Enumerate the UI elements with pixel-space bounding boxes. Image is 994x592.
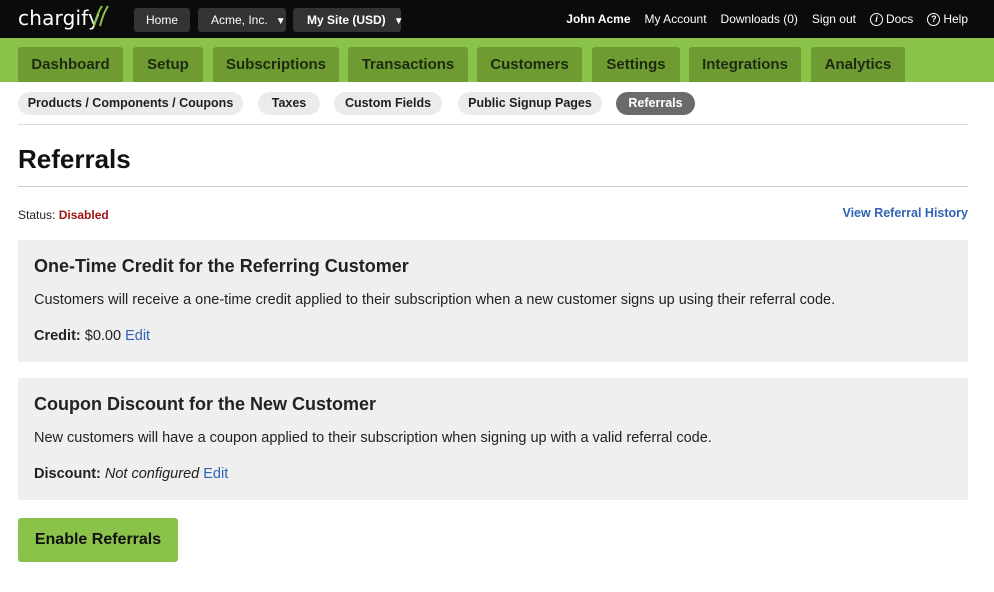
caret-down-icon: ▼ [393,16,404,27]
discount-row: Discount: Not configured Edit [34,466,228,482]
user-name[interactable]: John Acme [566,12,630,26]
subtab-taxes[interactable]: Taxes [258,92,320,115]
docs-link-label: Docs [885,12,914,26]
credit-panel: One-Time Credit for the Referring Custom… [18,240,968,362]
credit-panel-heading: One-Time Credit for the Referring Custom… [34,256,409,276]
org-dropdown-label: Acme, Inc. [211,13,268,27]
divider [18,186,968,187]
tab-integrations[interactable]: Integrations [689,47,801,82]
top-bar: chargify Home Acme, Inc. ▼ My Site (USD) ▼… [0,0,994,38]
tab-analytics[interactable]: Analytics [811,47,905,82]
tab-dashboard[interactable]: Dashboard [18,47,123,82]
edit-credit-link[interactable]: Edit [125,328,150,344]
help-link[interactable]: ? Help [927,12,968,26]
page-title: Referrals [18,144,131,174]
discount-panel-description: New customers will have a coupon applied… [34,430,712,446]
discount-value: Not configured [104,466,200,482]
main-nav: Dashboard Setup Subscriptions Transactio… [0,38,994,82]
top-links: John Acme My Account Downloads (0) Sign … [566,0,968,38]
subtab-custom-fields[interactable]: Custom Fields [334,92,442,115]
discount-panel: Coupon Discount for the New Customer New… [18,378,968,500]
subtab-public-signup-pages[interactable]: Public Signup Pages [458,92,602,115]
my-account-link[interactable]: My Account [645,12,707,26]
edit-discount-link[interactable]: Edit [203,466,228,482]
sign-out-link[interactable]: Sign out [812,12,856,26]
downloads-link[interactable]: Downloads (0) [721,12,798,26]
status-label: Status: [18,208,56,222]
credit-panel-description: Customers will receive a one-time credit… [34,292,836,308]
info-icon: i [869,12,883,26]
caret-down-icon: ▼ [275,16,286,27]
discount-label: Discount: [34,466,101,482]
help-link-label: Help [943,12,968,26]
tab-settings[interactable]: Settings [592,47,680,82]
logo-mark-icon [93,5,109,27]
status-line: Status: Disabled [18,208,109,222]
divider [18,124,968,125]
tab-customers[interactable]: Customers [477,47,582,82]
site-dropdown[interactable]: My Site (USD) ▼ [293,8,404,32]
subtab-referrals[interactable]: Referrals [616,92,695,115]
question-icon: ? [927,12,941,26]
discount-panel-heading: Coupon Discount for the New Customer [34,394,376,414]
view-referral-history-link[interactable]: View Referral History [842,206,968,220]
enable-referrals-button[interactable]: Enable Referrals [18,518,178,562]
tab-transactions[interactable]: Transactions [348,47,468,82]
tab-setup[interactable]: Setup [133,47,203,82]
home-button[interactable]: Home [134,8,190,32]
tab-subscriptions[interactable]: Subscriptions [213,47,339,82]
credit-label: Credit: [34,328,81,344]
credit-value: $0.00 [84,328,122,344]
status-value: Disabled [58,208,109,222]
subtab-products[interactable]: Products / Components / Coupons [18,92,243,115]
org-dropdown[interactable]: Acme, Inc. ▼ [198,8,286,32]
site-dropdown-label: My Site (USD) [307,13,386,27]
credit-row: Credit: $0.00 Edit [34,328,150,344]
docs-link[interactable]: i Docs [869,12,914,26]
